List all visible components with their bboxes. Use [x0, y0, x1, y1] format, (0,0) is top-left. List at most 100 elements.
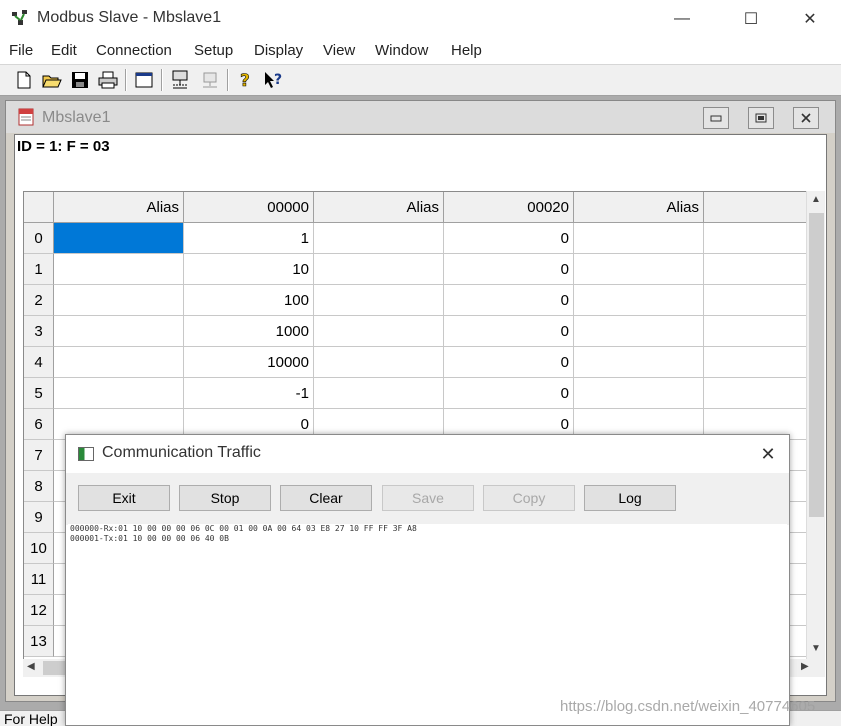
exit-button[interactable]: Exit [78, 485, 170, 511]
vertical-scrollbar[interactable]: ▲ ▼ [806, 191, 825, 659]
row-header[interactable]: 12 [24, 595, 54, 626]
child-restore-button[interactable] [748, 107, 774, 129]
row-header[interactable]: 2 [24, 285, 54, 316]
alias-cell[interactable] [314, 223, 444, 254]
dialog-title: Communication Traffic [102, 444, 261, 461]
save-button[interactable]: Save [382, 485, 474, 511]
copy-button[interactable]: Copy [483, 485, 575, 511]
alias-cell[interactable] [314, 347, 444, 378]
column-header-alias: Alias [574, 192, 704, 223]
column-header-alias: Alias [54, 192, 184, 223]
menu-display[interactable]: Display [254, 42, 303, 59]
connect-icon[interactable] [169, 69, 191, 91]
clear-button[interactable]: Clear [280, 485, 372, 511]
scroll-up-icon[interactable]: ▲ [811, 194, 821, 205]
menu-window[interactable]: Window [375, 42, 428, 59]
row-header[interactable]: 1 [24, 254, 54, 285]
alias-cell[interactable] [314, 285, 444, 316]
window-icon[interactable] [133, 69, 155, 91]
maximize-icon: ☐ [743, 11, 759, 28]
register-value-cell[interactable]: 1000 [184, 316, 314, 347]
app-icon [11, 9, 29, 27]
alias-cell[interactable] [314, 254, 444, 285]
save-icon[interactable] [69, 69, 91, 91]
row-header[interactable]: 10 [24, 533, 54, 564]
scroll-left-icon[interactable]: ◀ [27, 661, 35, 672]
row-header[interactable]: 9 [24, 502, 54, 533]
row-header[interactable]: 0 [24, 223, 54, 254]
disconnect-icon[interactable] [199, 69, 221, 91]
row-header[interactable]: 6 [24, 409, 54, 440]
column-header-address: 00020 [444, 192, 574, 223]
register-value-cell[interactable]: 10000 [184, 347, 314, 378]
child-title: Mbslave1 [42, 109, 111, 126]
alias-cell[interactable] [574, 254, 704, 285]
register-value-cell[interactable]: 10 [184, 254, 314, 285]
alias-cell[interactable] [574, 378, 704, 409]
menu-edit[interactable]: Edit [51, 42, 77, 59]
menu-connection[interactable]: Connection [96, 42, 172, 59]
svg-text:?: ? [274, 72, 282, 88]
close-icon: ✕ [760, 443, 776, 464]
register-value-cell[interactable]: 0 [444, 285, 574, 316]
scroll-down-icon[interactable]: ▼ [811, 643, 821, 654]
alias-cell[interactable] [54, 378, 184, 409]
row-header[interactable]: 7 [24, 440, 54, 471]
alias-cell[interactable] [574, 285, 704, 316]
help-icon[interactable]: ? [235, 69, 257, 91]
menu-file[interactable]: File [9, 42, 33, 59]
register-value-cell[interactable]: 0 [444, 378, 574, 409]
row-header[interactable]: 8 [24, 471, 54, 502]
register-value-cell[interactable]: 100 [184, 285, 314, 316]
row-header[interactable]: 3 [24, 316, 54, 347]
status-text: For Help [4, 711, 58, 726]
menu-help[interactable]: Help [451, 42, 482, 59]
document-icon [17, 108, 35, 126]
menu-setup[interactable]: Setup [194, 42, 233, 59]
alias-cell[interactable] [574, 347, 704, 378]
child-close-button[interactable] [793, 107, 819, 129]
dialog-close-button[interactable]: ✕ [750, 439, 786, 469]
stop-button[interactable]: Stop [179, 485, 271, 511]
open-icon[interactable] [41, 69, 63, 91]
traffic-log[interactable]: 000000-Rx:01 10 00 00 00 06 0C 00 01 00 … [68, 524, 787, 724]
register-value-cell[interactable]: 1 [184, 223, 314, 254]
alias-cell[interactable] [54, 254, 184, 285]
alias-cell[interactable] [574, 223, 704, 254]
print-icon[interactable] [97, 69, 119, 91]
context-help-icon[interactable]: ? [263, 69, 285, 91]
scroll-right-icon[interactable]: ▶ [801, 661, 809, 672]
slave-id-function: ID = 1: F = 03 [17, 138, 110, 155]
column-header-alias: Alias [314, 192, 444, 223]
row-header[interactable]: 11 [24, 564, 54, 595]
row-header[interactable]: 13 [24, 626, 54, 657]
alias-cell[interactable] [574, 316, 704, 347]
maximize-button[interactable]: ☐ [728, 0, 774, 38]
menu-view[interactable]: View [323, 42, 355, 59]
communication-traffic-dialog: Communication Traffic ✕ Exit Stop Clear … [65, 434, 790, 726]
alias-cell[interactable] [54, 285, 184, 316]
row-header[interactable]: 4 [24, 347, 54, 378]
register-value-cell[interactable]: 0 [444, 223, 574, 254]
toolbar-separator [125, 69, 127, 91]
register-value-cell[interactable]: -1 [184, 378, 314, 409]
alias-cell[interactable] [54, 347, 184, 378]
register-value-cell[interactable]: 0 [444, 347, 574, 378]
child-minimize-button[interactable] [703, 107, 729, 129]
alias-cell[interactable] [54, 316, 184, 347]
row-header[interactable]: 5 [24, 378, 54, 409]
alias-cell[interactable] [314, 378, 444, 409]
minimize-button[interactable]: — [659, 0, 705, 38]
traffic-line: 000000-Rx:01 10 00 00 00 06 0C 00 01 00 … [70, 524, 417, 533]
grid-corner [24, 192, 54, 223]
log-button[interactable]: Log [584, 485, 676, 511]
alias-cell[interactable] [54, 223, 184, 254]
close-button[interactable]: ✕ [787, 0, 833, 38]
register-value-cell[interactable]: 0 [444, 316, 574, 347]
new-icon[interactable] [13, 69, 35, 91]
vertical-scroll-thumb[interactable] [809, 213, 824, 517]
register-value-cell[interactable]: 0 [444, 254, 574, 285]
toolbar-separator [227, 69, 229, 91]
alias-cell[interactable] [314, 316, 444, 347]
restore-icon [755, 113, 767, 123]
